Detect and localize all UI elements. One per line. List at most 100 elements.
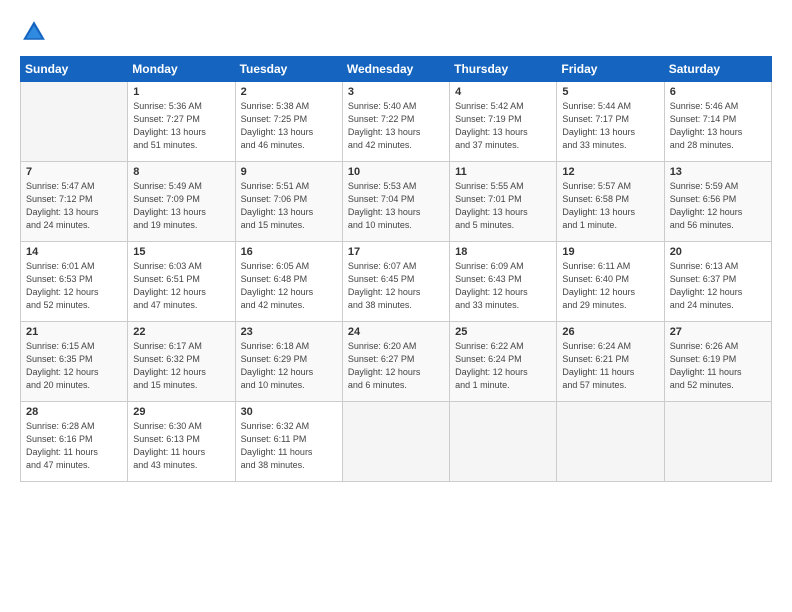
calendar-cell: 10 Sunrise: 5:53 AM Sunset: 7:04 PM Dayli… (342, 162, 449, 242)
calendar-cell: 1Sunrise: 5:36 AM Sunset: 7:27 PM Daylig… (128, 82, 235, 162)
day-info: Sunrise: 5:55 AM Sunset: 7:01 PM Dayligh… (455, 180, 551, 232)
day-number: 30 (241, 406, 337, 418)
day-number: 18 (455, 246, 551, 258)
day-info: Sunrise: 6:22 AM Sunset: 6:24 PM Dayligh… (455, 340, 551, 392)
day-number: 13 (670, 166, 766, 178)
day-number: 3 (348, 86, 444, 98)
calendar-week-row: 1Sunrise: 5:36 AM Sunset: 7:27 PM Daylig… (21, 82, 772, 162)
calendar-cell (21, 82, 128, 162)
day-info: Sunrise: 5:53 AM Sunset: 7:04 PM Dayligh… (348, 180, 444, 232)
day-number: 22 (133, 326, 229, 338)
day-info: Sunrise: 6:05 AM Sunset: 6:48 PM Dayligh… (241, 260, 337, 312)
day-number: 29 (133, 406, 229, 418)
calendar-cell (450, 402, 557, 482)
calendar-cell: 8Sunrise: 5:49 AM Sunset: 7:09 PM Daylig… (128, 162, 235, 242)
day-number: 23 (241, 326, 337, 338)
day-info: Sunrise: 6:11 AM Sunset: 6:40 PM Dayligh… (562, 260, 658, 312)
calendar-cell: 9 Sunrise: 5:51 AM Sunset: 7:06 PM Daylig… (235, 162, 342, 242)
day-number: 21 (26, 326, 122, 338)
logo (20, 18, 52, 46)
day-number: 8 (133, 166, 229, 178)
calendar-cell: 19 Sunrise: 6:11 AM Sunset: 6:40 PM Dayli… (557, 242, 664, 322)
day-number: 17 (348, 246, 444, 258)
day-info: Sunrise: 6:17 AM Sunset: 6:32 PM Dayligh… (133, 340, 229, 392)
day-header-sunday: Sunday (21, 57, 128, 82)
calendar-cell: 24 Sunrise: 6:20 AM Sunset: 6:27 PM Dayli… (342, 322, 449, 402)
day-number: 24 (348, 326, 444, 338)
day-info: Sunrise: 6:01 AM Sunset: 6:53 PM Dayligh… (26, 260, 122, 312)
day-info: Sunrise: 6:26 AM Sunset: 6:19 PM Dayligh… (670, 340, 766, 392)
day-header-thursday: Thursday (450, 57, 557, 82)
day-number: 27 (670, 326, 766, 338)
calendar-cell: 21 Sunrise: 6:15 AM Sunset: 6:35 PM Dayli… (21, 322, 128, 402)
calendar-cell: 13 Sunrise: 5:59 AM Sunset: 6:56 PM Dayli… (664, 162, 771, 242)
day-info: Sunrise: 6:32 AM Sunset: 6:11 PM Dayligh… (241, 420, 337, 472)
day-number: 12 (562, 166, 658, 178)
day-number: 11 (455, 166, 551, 178)
day-info: Sunrise: 5:46 AM Sunset: 7:14 PM Dayligh… (670, 100, 766, 152)
day-number: 25 (455, 326, 551, 338)
day-number: 4 (455, 86, 551, 98)
day-number: 20 (670, 246, 766, 258)
day-info: Sunrise: 6:30 AM Sunset: 6:13 PM Dayligh… (133, 420, 229, 472)
calendar-cell: 28 Sunrise: 6:28 AM Sunset: 6:16 PM Dayli… (21, 402, 128, 482)
day-info: Sunrise: 6:07 AM Sunset: 6:45 PM Dayligh… (348, 260, 444, 312)
day-info: Sunrise: 6:03 AM Sunset: 6:51 PM Dayligh… (133, 260, 229, 312)
calendar-cell (557, 402, 664, 482)
calendar-cell: 2 Sunrise: 5:38 AM Sunset: 7:25 PM Daylig… (235, 82, 342, 162)
day-number: 6 (670, 86, 766, 98)
day-info: Sunrise: 6:28 AM Sunset: 6:16 PM Dayligh… (26, 420, 122, 472)
calendar-cell: 7 Sunrise: 5:47 AM Sunset: 7:12 PM Daylig… (21, 162, 128, 242)
day-info: Sunrise: 5:38 AM Sunset: 7:25 PM Dayligh… (241, 100, 337, 152)
calendar-week-row: 28 Sunrise: 6:28 AM Sunset: 6:16 PM Dayli… (21, 402, 772, 482)
calendar-cell: 23Sunrise: 6:18 AM Sunset: 6:29 PM Dayli… (235, 322, 342, 402)
calendar-cell: 15Sunrise: 6:03 AM Sunset: 6:51 PM Dayli… (128, 242, 235, 322)
calendar-cell: 4 Sunrise: 5:42 AM Sunset: 7:19 PM Daylig… (450, 82, 557, 162)
day-number: 9 (241, 166, 337, 178)
day-header-tuesday: Tuesday (235, 57, 342, 82)
day-info: Sunrise: 5:42 AM Sunset: 7:19 PM Dayligh… (455, 100, 551, 152)
day-info: Sunrise: 6:20 AM Sunset: 6:27 PM Dayligh… (348, 340, 444, 392)
calendar-cell: 12Sunrise: 5:57 AM Sunset: 6:58 PM Dayli… (557, 162, 664, 242)
calendar-cell: 6 Sunrise: 5:46 AM Sunset: 7:14 PM Daylig… (664, 82, 771, 162)
day-number: 1 (133, 86, 229, 98)
day-header-saturday: Saturday (664, 57, 771, 82)
calendar-week-row: 7 Sunrise: 5:47 AM Sunset: 7:12 PM Daylig… (21, 162, 772, 242)
day-info: Sunrise: 6:24 AM Sunset: 6:21 PM Dayligh… (562, 340, 658, 392)
calendar-cell: 30 Sunrise: 6:32 AM Sunset: 6:11 PM Dayli… (235, 402, 342, 482)
calendar-week-row: 21 Sunrise: 6:15 AM Sunset: 6:35 PM Dayli… (21, 322, 772, 402)
day-header-wednesday: Wednesday (342, 57, 449, 82)
calendar-header-row: SundayMondayTuesdayWednesdayThursdayFrid… (21, 57, 772, 82)
calendar-cell: 14Sunrise: 6:01 AM Sunset: 6:53 PM Dayli… (21, 242, 128, 322)
day-number: 28 (26, 406, 122, 418)
logo-icon (20, 18, 48, 46)
calendar-cell: 17 Sunrise: 6:07 AM Sunset: 6:45 PM Dayli… (342, 242, 449, 322)
day-number: 19 (562, 246, 658, 258)
calendar-cell: 27 Sunrise: 6:26 AM Sunset: 6:19 PM Dayli… (664, 322, 771, 402)
day-number: 7 (26, 166, 122, 178)
calendar-cell: 20 Sunrise: 6:13 AM Sunset: 6:37 PM Dayli… (664, 242, 771, 322)
calendar-cell: 16 Sunrise: 6:05 AM Sunset: 6:48 PM Dayli… (235, 242, 342, 322)
calendar-cell: 25 Sunrise: 6:22 AM Sunset: 6:24 PM Dayli… (450, 322, 557, 402)
day-number: 26 (562, 326, 658, 338)
day-number: 10 (348, 166, 444, 178)
calendar-cell: 29 Sunrise: 6:30 AM Sunset: 6:13 PM Dayli… (128, 402, 235, 482)
calendar-cell (664, 402, 771, 482)
calendar-cell (342, 402, 449, 482)
calendar-table: SundayMondayTuesdayWednesdayThursdayFrid… (20, 56, 772, 482)
day-info: Sunrise: 5:47 AM Sunset: 7:12 PM Dayligh… (26, 180, 122, 232)
day-number: 16 (241, 246, 337, 258)
day-info: Sunrise: 6:15 AM Sunset: 6:35 PM Dayligh… (26, 340, 122, 392)
day-info: Sunrise: 5:59 AM Sunset: 6:56 PM Dayligh… (670, 180, 766, 232)
calendar-cell: 5Sunrise: 5:44 AM Sunset: 7:17 PM Daylig… (557, 82, 664, 162)
day-info: Sunrise: 5:40 AM Sunset: 7:22 PM Dayligh… (348, 100, 444, 152)
day-info: Sunrise: 5:51 AM Sunset: 7:06 PM Dayligh… (241, 180, 337, 232)
day-info: Sunrise: 6:13 AM Sunset: 6:37 PM Dayligh… (670, 260, 766, 312)
day-number: 2 (241, 86, 337, 98)
day-number: 5 (562, 86, 658, 98)
calendar-week-row: 14Sunrise: 6:01 AM Sunset: 6:53 PM Dayli… (21, 242, 772, 322)
calendar-cell: 26 Sunrise: 6:24 AM Sunset: 6:21 PM Dayli… (557, 322, 664, 402)
calendar-cell: 22 Sunrise: 6:17 AM Sunset: 6:32 PM Dayli… (128, 322, 235, 402)
day-header-monday: Monday (128, 57, 235, 82)
calendar-cell: 11 Sunrise: 5:55 AM Sunset: 7:01 PM Dayli… (450, 162, 557, 242)
